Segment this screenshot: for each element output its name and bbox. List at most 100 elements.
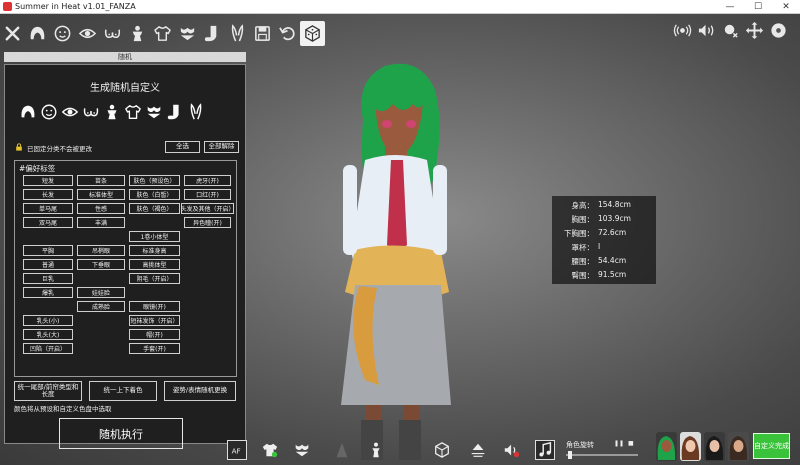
tag-hair-tie[interactable]: 短袜发饰（开启） <box>129 315 180 326</box>
sound-icon[interactable] <box>694 18 718 43</box>
tag-skin-white[interactable]: 肤色（白皙） <box>129 189 180 200</box>
tag-twintail[interactable]: 双马尾 <box>23 217 73 228</box>
tag-heterochromia[interactable]: 异色瞳(开) <box>184 217 231 228</box>
measure-row: 腰围： 54.4cm <box>571 256 627 266</box>
tag-big-chest[interactable]: 巨乳 <box>23 273 73 284</box>
underwear-icon[interactable] <box>292 440 312 460</box>
tag-lipstick[interactable]: 口红(开) <box>184 189 231 200</box>
tag-huge-chest[interactable]: 爆乳 <box>23 287 73 298</box>
shirt-icon[interactable] <box>150 21 175 46</box>
light-icon[interactable] <box>718 18 742 43</box>
preset-brown-hair-avatar[interactable] <box>680 432 701 461</box>
hair-icon[interactable] <box>17 101 38 123</box>
execute-random-button[interactable]: 随机执行 <box>59 418 183 449</box>
lock-icon <box>16 143 22 151</box>
voice-icon[interactable] <box>670 18 694 43</box>
tag-ponytail[interactable]: 单马尾 <box>23 203 73 214</box>
tag-hair-accessory[interactable]: 头发及其他（开启） <box>181 203 234 214</box>
sock-icon[interactable] <box>200 21 225 46</box>
tag-long-hair[interactable]: 长发 <box>23 189 73 200</box>
measure-row: 身高： 154.8cm <box>571 200 631 210</box>
chest-icon[interactable] <box>100 21 125 46</box>
underwear-icon[interactable] <box>143 101 164 123</box>
top-toolbar <box>0 16 325 50</box>
tag-standard-height[interactable]: 标准身高 <box>129 245 180 256</box>
rotation-slider[interactable] <box>566 450 638 460</box>
preset-black-hair-avatar[interactable] <box>704 432 725 461</box>
pose-icon[interactable] <box>366 440 386 460</box>
stop-button[interactable]: ■ <box>628 440 634 447</box>
tag-flat-chest[interactable]: 平胸 <box>23 245 73 256</box>
settings-icon[interactable] <box>766 18 790 43</box>
body-icon[interactable] <box>101 101 122 123</box>
tag-plump[interactable]: 丰满 <box>77 217 125 228</box>
tag-normal-chest[interactable]: 普通 <box>23 259 73 270</box>
tag-gloves[interactable]: 手套(开) <box>129 343 180 354</box>
select-all-button[interactable]: 全选 <box>165 141 200 153</box>
measure-row: 罩杯： I <box>571 242 601 252</box>
save-icon[interactable] <box>250 21 275 46</box>
bunny-ears-icon[interactable] <box>225 21 250 46</box>
underwear-icon[interactable] <box>175 21 200 46</box>
face-icon[interactable] <box>38 101 59 123</box>
bunny-ears-icon[interactable] <box>185 101 206 123</box>
character-model[interactable] <box>325 60 465 465</box>
tag-upturned-eyes[interactable]: 吊梢眼 <box>77 245 125 256</box>
chest-icon[interactable] <box>80 101 101 123</box>
body-icon[interactable] <box>125 21 150 46</box>
pause-button[interactable]: ❚❚ <box>614 440 624 447</box>
music-icon[interactable] <box>535 440 555 460</box>
pose-change-button[interactable]: 姿势/表情随机更换 <box>164 381 236 401</box>
tag-nipple-large[interactable]: 乳头(大) <box>23 329 73 340</box>
top-clothing-icon[interactable] <box>260 440 280 460</box>
eye-icon[interactable] <box>75 21 100 46</box>
dice-icon[interactable] <box>300 20 325 46</box>
light-cone-icon[interactable] <box>468 440 488 460</box>
af-icon[interactable]: AF <box>227 440 247 460</box>
face-icon[interactable] <box>50 21 75 46</box>
eye-icon[interactable] <box>59 101 80 123</box>
tag-skin-tan[interactable]: 肤色（褐色） <box>129 203 180 214</box>
preference-tags: #偏好标签 短发 长发 单马尾 双马尾 苗条 标准体型 性感 丰满 肤色（预设色… <box>14 160 237 377</box>
shirt-icon[interactable] <box>122 101 143 123</box>
tag-short-stature[interactable]: 1卷小体型 <box>129 231 180 242</box>
tag-slim[interactable]: 苗条 <box>77 175 125 186</box>
tag-short-hair[interactable]: 短发 <box>23 175 73 186</box>
preset-dark-hair-avatar[interactable] <box>728 432 749 461</box>
close-icon[interactable] <box>0 21 25 46</box>
tag-mature-face[interactable]: 成熟脸 <box>77 301 125 312</box>
lock-hint: 已固定分类不会被更改 <box>27 145 92 153</box>
svg-text:AF: AF <box>232 447 241 456</box>
tags-heading: #偏好标签 <box>19 164 56 173</box>
undo-icon[interactable] <box>275 21 300 46</box>
close-window-button[interactable]: ✕ <box>772 0 800 14</box>
unify-tails-button[interactable]: 统一尾部/前帘类型和长度 <box>14 381 82 401</box>
tag-standard-body[interactable]: 标准体型 <box>77 189 125 200</box>
tag-baby-face[interactable]: 娃娃脸 <box>77 287 125 298</box>
clear-all-button[interactable]: 全部解除 <box>204 141 239 153</box>
shadow-icon[interactable] <box>332 440 352 460</box>
measurement-panel: 身高： 154.8cm 胸围： 103.9cm 下胸围： 72.6cm 罩杯： I 腰围… <box>552 196 656 284</box>
tag-hat[interactable]: 帽(开) <box>129 329 180 340</box>
sock-icon[interactable] <box>164 101 185 123</box>
rotation-label: 角色旋转 <box>566 441 594 449</box>
tag-inverted[interactable]: 凹陷（开启） <box>23 343 73 354</box>
cube-icon[interactable] <box>432 440 452 460</box>
unify-color-button[interactable]: 统一上下着色 <box>89 381 157 401</box>
customize-complete-button[interactable]: 自定义完成 <box>753 433 790 459</box>
tag-skin-preset[interactable]: 肤色（预设色） <box>129 175 180 186</box>
speaker-icon[interactable] <box>502 440 522 460</box>
hair-icon[interactable] <box>25 21 50 46</box>
tag-sexy[interactable]: 性感 <box>77 203 125 214</box>
minimize-button[interactable]: — <box>716 0 744 14</box>
preset-green-hair-avatar[interactable] <box>656 432 677 461</box>
panel-body: 生成随机自定义 已固定分类不会被更改 全选 全部解除 #偏好标签 短发 长发 单… <box>4 64 246 449</box>
maximize-button[interactable]: ☐ <box>744 0 772 14</box>
tag-nipple-small[interactable]: 乳头(小) <box>23 315 73 326</box>
tag-fang[interactable]: 虎牙(开) <box>184 175 231 186</box>
move-icon[interactable] <box>742 18 766 43</box>
tag-pubic-hair[interactable]: 阴毛（开启） <box>129 273 180 284</box>
tag-tall[interactable]: 高挑体型 <box>129 259 180 270</box>
tag-droopy-eyes[interactable]: 下垂眼 <box>77 259 125 270</box>
tag-glasses[interactable]: 眼镜(开) <box>129 301 180 312</box>
